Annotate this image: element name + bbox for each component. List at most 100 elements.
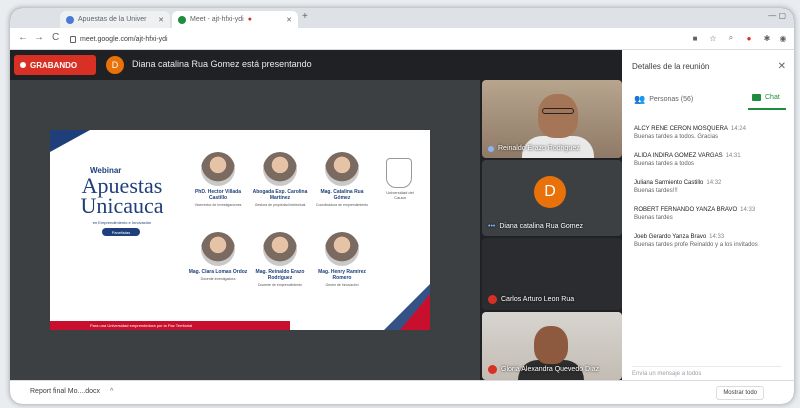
tab-label: Personas (56) [649, 96, 694, 103]
browser-toolbar: ← → C meet.google.com/ajt-hfxi-ydi ■ ☆ ⌕… [10, 28, 794, 50]
puzzle-icon[interactable]: ✱ [762, 33, 772, 43]
recording-label: GRABANDO [30, 60, 78, 70]
presenter-avatar: D [106, 56, 124, 74]
reload-button[interactable]: C [52, 32, 59, 43]
video-feed [534, 326, 568, 364]
chat-message: ALIDA INDIRA GOMEZ VARGAS 14:31 Buenas ta… [634, 153, 790, 167]
tab-apuestas[interactable]: Apuestas de la Univer ✕ [60, 11, 170, 28]
participant-name-text: Diana catalina Rua Gomez [499, 223, 584, 230]
slide-corner-decoration [50, 130, 90, 152]
show-all-button[interactable]: Mostrar todo [716, 386, 764, 400]
participant-name: Gloria Alexandra Quevedo Diaz [488, 365, 599, 374]
message-time: 14:33 [740, 207, 756, 213]
presenting-status: Diana catalina Rua Gomez está presentand… [132, 59, 312, 69]
participant-name-text: Gloria Alexandra Quevedo Diaz [501, 366, 600, 373]
speaker-desc: Docente de emprendimiento [258, 283, 302, 287]
page-favicon-icon [66, 15, 74, 24]
message-sender: ROBERT FERNANDO YANZA BRAVO [634, 207, 738, 213]
close-tab-icon[interactable]: ✕ [286, 16, 292, 24]
profile-icon[interactable]: ◉ [778, 33, 788, 43]
message-sender: Juliana Sarmiento Castillo [634, 180, 704, 186]
chat-message: Juliana Sarmiento Castillo 14:32 Buenas t… [634, 180, 790, 194]
search-icon[interactable]: ⌕ [726, 33, 736, 43]
participant-avatar: D [534, 176, 566, 208]
crest-label: Universidad del Cauca [386, 190, 414, 200]
url-text: meet.google.com/ajt-hfxi-ydi [80, 35, 168, 43]
chevron-up-icon[interactable]: ^ [110, 388, 113, 395]
message-time: 14:31 [725, 153, 741, 159]
meet-top-bar: GRABANDO D Diana catalina Rua Gomez está… [10, 50, 622, 80]
window-controls-icon[interactable]: — ▢ [768, 11, 786, 20]
video-feed [542, 108, 574, 114]
participant-tiles: Reinaldo Erazo Rodriguez D ••• Diana cat… [480, 80, 622, 380]
speaker-desc: Gestor de innovación [325, 283, 359, 287]
university-crest-icon [386, 158, 412, 188]
speaking-indicator-icon [488, 145, 494, 152]
recording-badge: GRABANDO [14, 55, 96, 75]
message-text: Buenas tardes a todos [634, 161, 695, 167]
chat-icon [752, 94, 761, 101]
speaker-name: Mag. Catalina Rua Gómez [320, 189, 364, 201]
address-bar[interactable]: meet.google.com/ajt-hfxi-ydi [70, 31, 630, 47]
slide-subtitle: en Emprendimiento e Innovación [92, 220, 152, 225]
participant-name: Reinaldo Erazo Rodriguez [488, 145, 580, 152]
message-time: 14:24 [730, 126, 746, 132]
speaker-photo [325, 152, 359, 186]
message-text: Buenas tardes profe Reinaldo y a los inv… [634, 242, 758, 248]
speaker-name: PhD. Hector Villada Castillo [194, 189, 242, 201]
speaker-photo [263, 232, 297, 266]
participant-name: ••• Diana catalina Rua Gomez [488, 223, 583, 230]
tab-people[interactable]: 👥 Personas (56) [634, 94, 693, 105]
speaker-desc: Gestora de propiedad intelectual [254, 203, 306, 207]
slide-title: Apuestas Unicauca [80, 173, 164, 218]
slide-pill: Panelistas [102, 228, 140, 236]
message-text: Buenas tardes!!! [634, 188, 678, 194]
speaker-desc: Coordinadora de emprendimiento [315, 203, 369, 207]
message-sender: Joeb Gerardo Yanza Bravo [634, 234, 707, 240]
slide-corner-decoration [400, 294, 430, 330]
speaker-card: Mag. Reinaldo Erazo Rodríguez Docente de… [250, 232, 310, 287]
participant-name: Carlos Arturo Leon Rua [488, 295, 574, 304]
speaker-photo [201, 232, 235, 266]
chat-input[interactable]: Envía un mensaje a todos [632, 366, 782, 377]
download-file-name: Report final Mo....docx [30, 388, 101, 395]
message-text: Buenas tardes [634, 215, 673, 221]
close-panel-icon[interactable]: ✕ [778, 61, 786, 72]
chat-message: Joeb Gerardo Yanza Bravo 14:33 Buenas tar… [634, 234, 790, 248]
participant-tile[interactable]: Reinaldo Erazo Rodriguez [482, 80, 622, 158]
chat-message: ALCY RENE CERON MOSQUERA 14:24 Buenas tar… [634, 126, 790, 140]
speaker-desc: Vicerrector de Investigaciones [194, 203, 242, 207]
download-item[interactable]: Report final Mo....docx ^ [30, 388, 113, 395]
chat-messages: ALCY RENE CERON MOSQUERA 14:24 Buenas tar… [634, 126, 790, 261]
forward-button[interactable]: → [34, 32, 44, 43]
extension-icon[interactable]: ● [744, 33, 754, 43]
video-feed [538, 94, 578, 138]
star-icon[interactable]: ☆ [708, 33, 718, 43]
participant-tile[interactable]: Gloria Alexandra Quevedo Diaz [482, 312, 622, 380]
tab-meet[interactable]: Meet - ajt-hfxi-ydi ● ✕ [172, 11, 298, 28]
meeting-details-panel: Detalles de la reunión ✕ 👥 Personas (56)… [622, 50, 794, 380]
speaker-photo [325, 232, 359, 266]
speaker-card: PhD. Hector Villada Castillo Vicerrector… [188, 152, 248, 207]
tab-strip: Apuestas de la Univer ✕ Meet - ajt-hfxi-… [10, 8, 794, 28]
speaker-card: Abogada Exp. Carolina Martínez Gestora d… [250, 152, 310, 207]
speaker-name: Mag. Clara Lomas Ordoz [188, 269, 248, 275]
record-icon [20, 62, 26, 68]
participant-tile[interactable]: Carlos Arturo Leon Rua [482, 238, 622, 310]
close-tab-icon[interactable]: ✕ [158, 16, 164, 24]
tab-label: Chat [765, 94, 780, 101]
shared-slide: Webinar Apuestas Unicauca en Emprendimie… [50, 130, 430, 330]
audio-level-icon: ••• [488, 223, 496, 230]
participant-tile[interactable]: D ••• Diana catalina Rua Gomez [482, 160, 622, 236]
meet-favicon-icon [178, 15, 186, 24]
tab-chat[interactable]: Chat [748, 94, 786, 110]
people-icon: 👥 [634, 94, 646, 104]
new-tab-button[interactable]: + [302, 11, 308, 22]
back-button[interactable]: ← [18, 32, 28, 43]
speaker-card: Mag. Catalina Rua Gómez Coordinadora de … [312, 152, 372, 207]
speaker-card: Mag. Henry Ramírez Romero Gestor de inno… [312, 232, 372, 287]
speaker-photo [263, 152, 297, 186]
mic-off-icon [488, 295, 497, 304]
camera-icon[interactable]: ■ [690, 33, 700, 43]
presentation-stage[interactable]: Webinar Apuestas Unicauca en Emprendimie… [10, 80, 480, 380]
